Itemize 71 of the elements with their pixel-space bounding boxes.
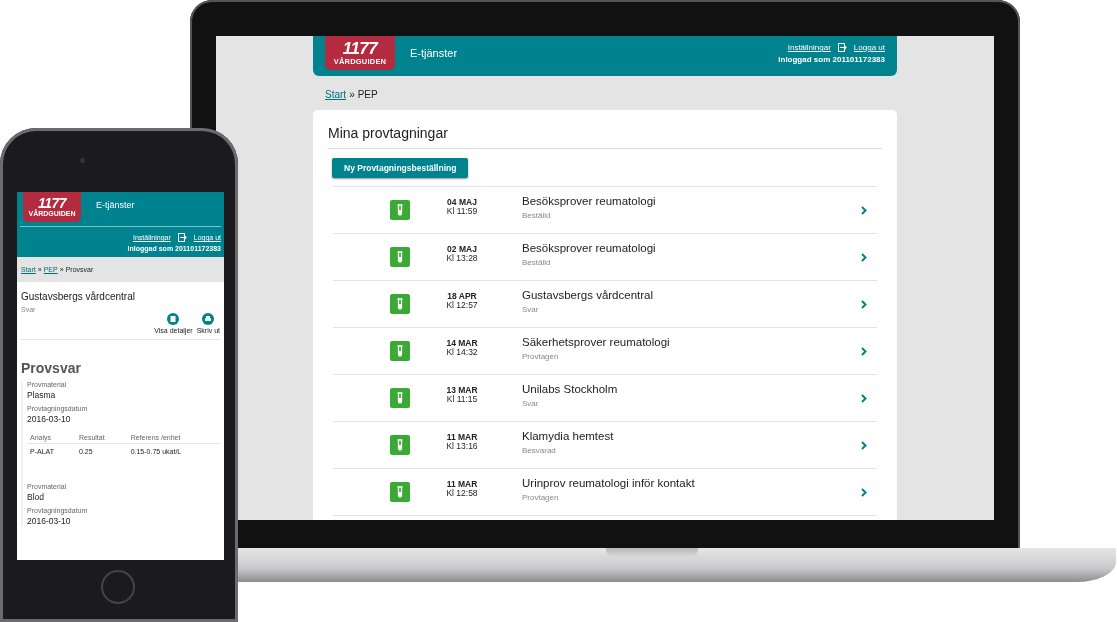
order-status: Beställd — [522, 257, 552, 267]
order-time: Kl 14:32 — [446, 348, 478, 357]
order-time: Kl 11:59 — [446, 207, 478, 216]
test-tube-icon — [390, 294, 410, 314]
order-title: Unilabs Stockholm — [522, 382, 619, 395]
breadcrumb-text: » — [349, 89, 355, 100]
chevron-right-icon — [861, 205, 867, 215]
field-value: 2016-03-10 — [27, 414, 72, 424]
order-time: Kl 13:28 — [446, 254, 478, 263]
chevron-right-icon — [861, 440, 867, 450]
home-button[interactable] — [101, 570, 135, 604]
document-icon — [167, 313, 180, 325]
chevron-right-icon — [861, 487, 867, 497]
test-tube-icon — [390, 247, 410, 267]
test-tube-icon — [390, 482, 410, 502]
test-tube-icon — [390, 200, 410, 220]
order-date: 04 MAJ — [447, 198, 477, 207]
logged-in-text: Inloggad som 201101172383 — [778, 55, 885, 64]
logout-icon — [837, 43, 847, 52]
logout-link[interactable]: Logga ut — [853, 43, 885, 52]
order-title: Besöksprover reumatologi — [522, 194, 657, 207]
order-row[interactable]: 11 MAR Kl 12:58 Urinprov reumatologi inför kontakt Provtagen — [333, 469, 877, 516]
order-date: 14 MAR — [446, 339, 478, 348]
chevron-right-icon — [861, 346, 867, 356]
order-status: Svar — [522, 398, 540, 408]
test-tube-icon — [390, 435, 410, 455]
order-status: Provtagen — [522, 492, 560, 502]
test-tube-icon — [390, 388, 410, 408]
order-row[interactable]: 13 MAR Kl 11:15 Unilabs Stockholm Svar — [333, 375, 877, 422]
settings-link[interactable]: Inställningar — [787, 43, 831, 52]
order-time: Kl 12:57 — [446, 301, 478, 310]
page-title: Mina provtagningar — [328, 110, 882, 149]
order-date: 02 MAJ — [447, 245, 477, 254]
order-status: Besvarad — [522, 445, 557, 455]
field-value: 2016-03-10 — [27, 516, 72, 526]
breadcrumb-text: PEP — [357, 89, 378, 100]
service-title: E-tjänster — [410, 47, 458, 59]
service-title: E-tjänster — [96, 200, 135, 210]
order-date: 18 APR — [447, 292, 477, 301]
test-tube-icon — [390, 341, 410, 361]
order-status: Provtagen — [522, 351, 560, 361]
order-status: Beställd — [522, 210, 552, 220]
chevron-right-icon — [861, 252, 867, 262]
order-time: Kl 13:16 — [446, 442, 478, 451]
order-row[interactable]: 14 MAR Kl 14:32 Säkerhetsprover reumatologi Provtagen — [333, 328, 877, 375]
chevron-right-icon — [861, 393, 867, 403]
order-title: Säkerhetsprover reumatologi — [522, 335, 671, 348]
breadcrumb-link[interactable]: Start — [325, 89, 347, 100]
camera-dot — [80, 158, 85, 163]
order-title: Klamydia hemtest — [522, 429, 615, 442]
order-row[interactable]: 18 APR Kl 12:57 Gustavsbergs vårdcentral Svar — [333, 281, 877, 328]
order-title: Gustavsbergs vårdcentral — [522, 288, 655, 301]
order-title: Besöksprover reumatologi — [522, 241, 657, 254]
section-heading: Provsvar — [21, 360, 82, 376]
printer-icon — [202, 313, 215, 325]
order-status: Svar — [522, 304, 540, 314]
order-time: Kl 11:15 — [446, 395, 478, 404]
order-title: Urinprov reumatologi inför kontakt — [522, 476, 696, 489]
chevron-right-icon — [861, 299, 867, 309]
clinic-name: Gustavsbergs vårdcentral — [21, 291, 136, 302]
order-date: 11 MAR — [446, 433, 478, 442]
order-row[interactable]: 02 MAJ Kl 13:28 Besöksprover reumatologi Beställd — [333, 234, 877, 281]
order-date: 13 MAR — [446, 386, 478, 395]
order-time: Kl 12:58 — [446, 489, 478, 498]
order-row[interactable]: 04 MAJ Kl 11:59 Besöksprover reumatologi Beställd — [333, 187, 877, 234]
order-date: 11 MAR — [446, 480, 478, 489]
field-value: Plasma — [27, 390, 57, 400]
new-order-button[interactable]: Ny Provtagningsbeställning — [332, 158, 469, 178]
order-row[interactable]: 11 MAR Kl 13:16 Klamydia hemtest Besvarad — [333, 422, 877, 469]
logout-icon — [177, 233, 187, 242]
field-value: Blod — [27, 492, 45, 502]
